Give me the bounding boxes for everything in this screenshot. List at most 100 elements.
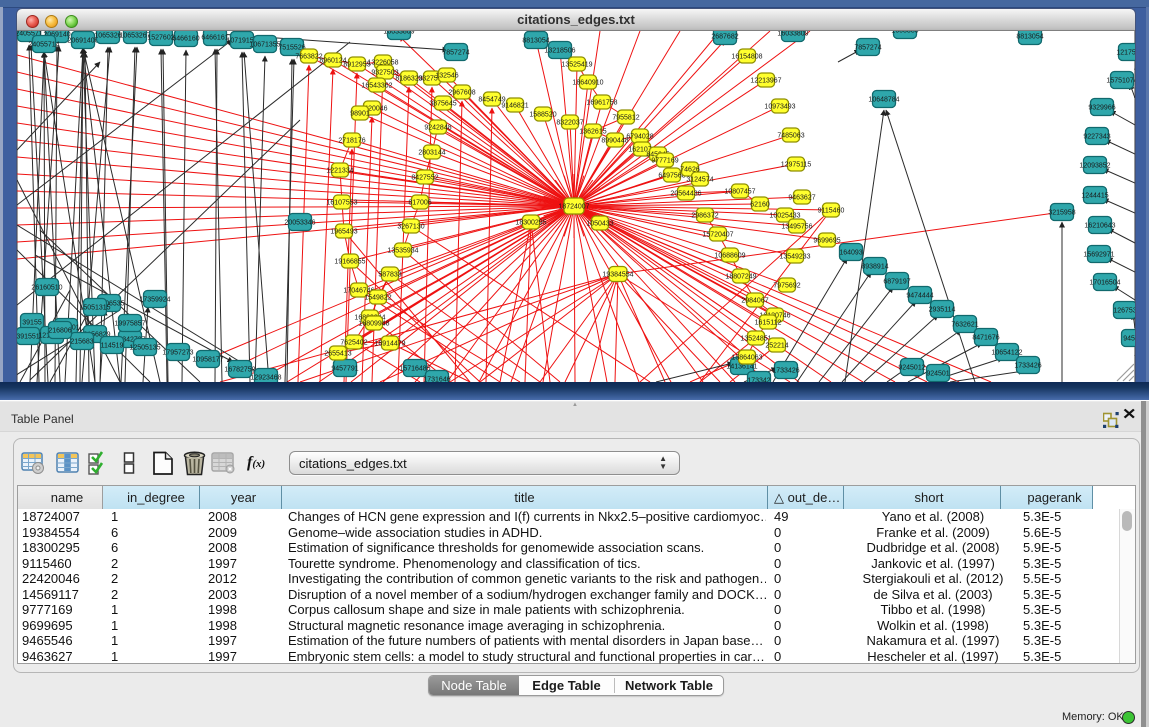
svg-text:16961758: 16961758 (586, 100, 617, 107)
svg-text:16210643: 16210643 (1084, 223, 1115, 230)
svg-text:9329966: 9329966 (1088, 105, 1115, 112)
svg-text:26160510: 26160510 (31, 285, 62, 292)
svg-text:216806: 216806 (48, 328, 71, 335)
svg-text:13218506: 13218506 (544, 48, 575, 55)
svg-text:9463627: 9463627 (788, 195, 815, 202)
svg-text:16543362: 16543362 (361, 83, 392, 90)
svg-text:15864063: 15864063 (731, 355, 762, 362)
svg-text:8938914: 8938914 (861, 264, 888, 271)
svg-text:12923468: 12923468 (250, 375, 281, 382)
svg-text:1221334: 1221334 (326, 168, 353, 175)
svg-text:10671355: 10671355 (249, 42, 280, 49)
svg-text:19166855: 19166855 (334, 259, 365, 266)
svg-text:16033809: 16033809 (777, 31, 808, 38)
svg-text:16033809: 16033809 (383, 31, 414, 36)
svg-text:1733426: 1733426 (1014, 363, 1041, 370)
svg-text:1615112: 1615112 (755, 320, 782, 327)
svg-text:19975857: 19975857 (114, 321, 145, 328)
svg-text:8322037: 8322037 (556, 120, 583, 127)
svg-text:15051315: 15051315 (79, 305, 110, 312)
svg-text:7955812: 7955812 (612, 115, 639, 122)
svg-text:2803144: 2803144 (418, 150, 445, 157)
svg-text:1588520: 1588520 (529, 112, 556, 119)
svg-text:94506: 94506 (1123, 336, 1135, 343)
svg-text:12505135: 12505135 (129, 345, 160, 352)
svg-text:12093852: 12093852 (1079, 163, 1110, 170)
svg-text:18724007: 18724007 (558, 204, 589, 211)
svg-text:15692971: 15692971 (1083, 252, 1114, 259)
svg-text:2687682: 2687682 (711, 34, 738, 41)
svg-text:7857274: 7857274 (442, 50, 469, 57)
svg-text:10648784: 10648784 (868, 97, 899, 104)
svg-text:10807457: 10807457 (724, 189, 755, 196)
svg-text:6466161: 6466161 (201, 35, 228, 42)
svg-text:7632621: 7632621 (951, 322, 978, 329)
svg-text:12975115: 12975115 (781, 162, 812, 169)
svg-text:817006: 817006 (408, 200, 431, 207)
svg-text:1965493: 1965493 (330, 229, 357, 236)
svg-text:2986372: 2986372 (691, 213, 718, 220)
svg-text:1549822: 1549822 (364, 295, 391, 302)
svg-text:8471676: 8471676 (972, 335, 999, 342)
svg-text:15720407: 15720407 (702, 232, 733, 239)
svg-text:1065326: 1065326 (94, 33, 121, 40)
svg-text:924501: 924501 (926, 371, 949, 378)
svg-text:13525419: 13525419 (561, 62, 592, 69)
svg-text:7857274: 7857274 (854, 45, 881, 52)
svg-text:9245012: 9245012 (898, 365, 925, 372)
svg-text:587833: 587833 (378, 272, 401, 279)
svg-text:9146821: 9146821 (501, 103, 528, 110)
svg-text:12213967: 12213967 (750, 78, 781, 85)
svg-text:10688609: 10688609 (714, 253, 745, 260)
svg-text:39155: 39155 (22, 320, 42, 327)
svg-text:3267130: 3267130 (397, 224, 424, 231)
svg-text:215683: 215683 (70, 339, 93, 346)
svg-text:10958177: 10958177 (192, 357, 223, 364)
svg-text:3124574: 3124574 (686, 177, 713, 184)
svg-text:98901: 98901 (350, 111, 370, 118)
svg-text:13549233: 13549233 (779, 254, 810, 261)
svg-text:164093: 164093 (839, 250, 862, 257)
svg-text:8813054: 8813054 (522, 38, 549, 45)
svg-text:7485063: 7485063 (777, 133, 804, 140)
svg-text:9699695: 9699695 (813, 238, 840, 245)
svg-text:18807249: 18807249 (725, 274, 756, 281)
svg-text:114519: 114519 (101, 343, 124, 350)
svg-text:18640910: 18640910 (572, 80, 603, 87)
svg-text:13495756: 13495756 (781, 224, 812, 231)
svg-text:9457791: 9457791 (331, 366, 358, 373)
svg-text:20564436: 20564436 (670, 191, 701, 198)
svg-text:391551: 391551 (17, 334, 40, 341)
svg-text:16154808: 16154808 (731, 54, 762, 61)
svg-text:17359924: 17359924 (139, 297, 170, 304)
svg-text:9777169: 9777169 (651, 158, 678, 165)
svg-text:9242848: 9242848 (424, 125, 451, 132)
svg-text:1050433: 1050433 (586, 221, 613, 228)
svg-text:2967608: 2967608 (448, 90, 475, 97)
svg-text:20053346: 20053346 (284, 220, 315, 227)
svg-text:10654122: 10654122 (991, 350, 1022, 357)
svg-text:6794028: 6794028 (626, 134, 653, 141)
svg-text:1733426: 1733426 (772, 368, 799, 375)
svg-text:19384554: 19384554 (602, 272, 633, 279)
svg-text:2984067: 2984067 (741, 298, 768, 305)
svg-text:6466160: 6466160 (172, 36, 199, 43)
svg-text:7625402: 7625402 (340, 340, 367, 347)
svg-text:62160: 62160 (750, 202, 770, 209)
svg-text:3875645: 3875645 (429, 101, 456, 108)
svg-text:7975692: 7975692 (773, 283, 800, 290)
svg-text:1603380: 1603380 (891, 31, 918, 35)
svg-text:6879197: 6879197 (883, 279, 910, 286)
svg-text:16782759: 16782759 (224, 367, 255, 374)
svg-text:3215958: 3215958 (1048, 210, 1075, 217)
svg-text:15751074: 15751074 (1106, 78, 1135, 85)
svg-text:24055714: 24055714 (28, 42, 59, 49)
svg-text:1244415: 1244415 (1081, 193, 1108, 200)
svg-text:13524851: 13524851 (740, 336, 771, 343)
svg-text:2935114: 2935114 (929, 307, 956, 314)
svg-text:16809948: 16809948 (358, 321, 389, 328)
svg-text:9227343: 9227343 (1083, 134, 1110, 141)
svg-text:252214: 252214 (765, 343, 788, 350)
svg-text:1362615: 1362615 (579, 129, 606, 136)
svg-text:10973493: 10973493 (764, 104, 795, 111)
